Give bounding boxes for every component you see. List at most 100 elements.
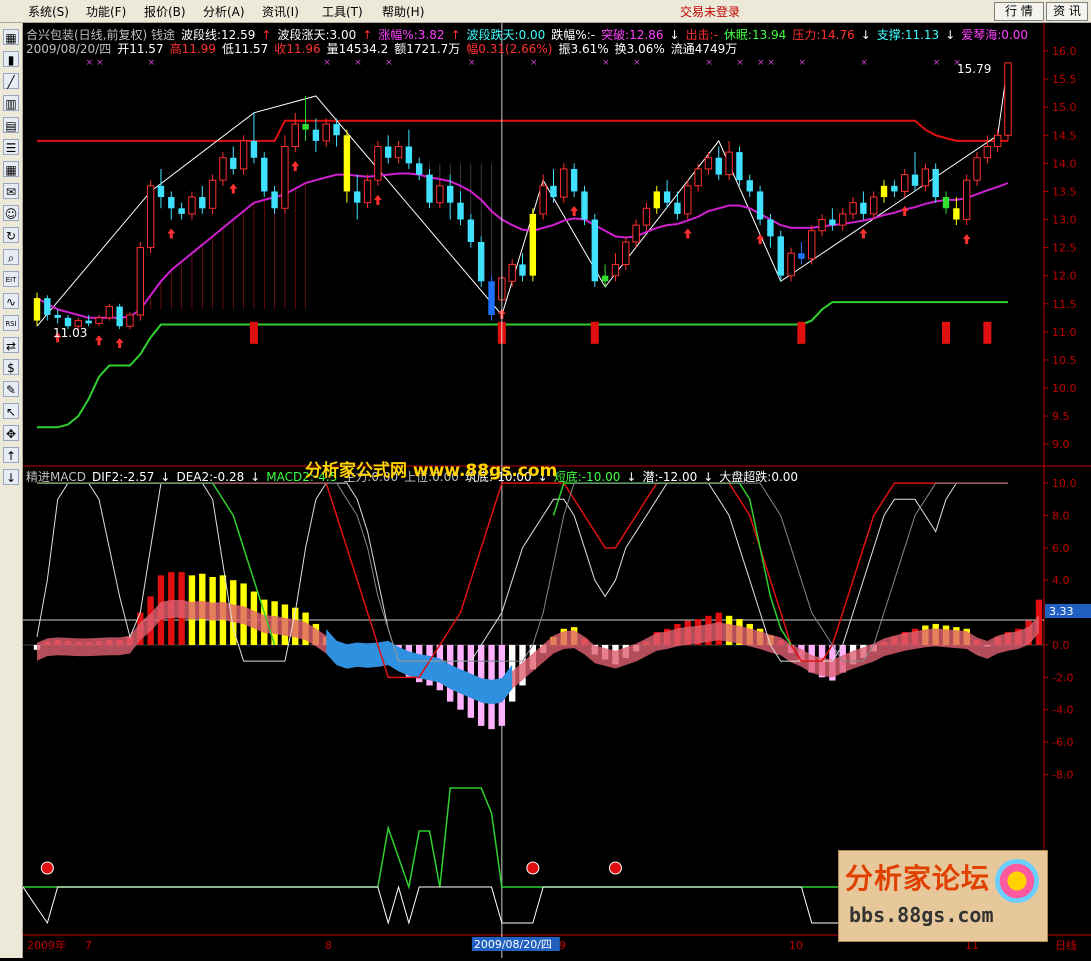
- candle-body: [962, 179, 971, 221]
- buy-arrow-icon: [167, 228, 176, 239]
- marker-x: ×: [354, 58, 362, 68]
- mail-icon[interactable]: ✉: [3, 183, 19, 199]
- menu-news[interactable]: 资讯(I): [262, 3, 299, 20]
- price-tick-label: 12.5: [1052, 242, 1077, 255]
- marker-x: ×: [602, 58, 610, 68]
- price-tick-label: 9.0: [1052, 438, 1070, 451]
- signal-ball-icon: [526, 861, 540, 875]
- arrow-up-icon[interactable]: ↑: [3, 447, 19, 463]
- menu-function[interactable]: 功能(F): [86, 3, 126, 20]
- menu-quote[interactable]: 报价(B): [144, 3, 186, 20]
- marker-x: ×: [860, 58, 868, 68]
- time-axis-label: 10: [789, 939, 803, 952]
- candle-body: [312, 129, 320, 141]
- readout-item: 短底:-10.00: [553, 470, 621, 484]
- buy-arrow-icon: [291, 161, 300, 172]
- move-icon[interactable]: ✥: [3, 425, 19, 441]
- candle-body: [302, 124, 309, 130]
- bar-chart-icon[interactable]: ▥: [3, 95, 19, 111]
- candle-body: [230, 157, 237, 169]
- candle-body: [787, 252, 795, 277]
- arrow-down-icon[interactable]: ↓: [3, 469, 19, 485]
- readout-item: ↓: [703, 470, 714, 484]
- macd-tick-label: 0.0: [1052, 639, 1070, 652]
- watermark: 分析家公式网 www.88gs.com: [305, 461, 558, 481]
- readout-item: 大盘超跌:0.00: [719, 470, 799, 484]
- eft-icon[interactable]: EIT: [3, 271, 19, 287]
- rsi-icon[interactable]: RSI: [3, 315, 19, 331]
- candle-body: [808, 230, 816, 260]
- candle-body: [54, 314, 61, 318]
- candle-body: [993, 134, 1002, 148]
- price-tick-label: 11.5: [1052, 298, 1077, 311]
- candle-body: [860, 202, 867, 214]
- list-icon[interactable]: ☰: [3, 139, 19, 155]
- grid-icon[interactable]: ▦: [3, 29, 19, 45]
- chart-area[interactable]: 16.0 15.5 15.0 14.5 14.0 13.5 13.0 12.5 12.0 11.5…: [22, 23, 1091, 958]
- marker-x: ×: [633, 58, 641, 68]
- signal-bar: [983, 321, 992, 344]
- indicator-readout-line2: 2009/08/20/四 开11.57 高11.99 低11.57 收11.96 量145…: [26, 40, 743, 57]
- candle-body: [219, 157, 227, 181]
- candle-body: [777, 236, 784, 276]
- candle-body: [168, 197, 175, 209]
- readout-item: 额1721.7万: [394, 42, 461, 56]
- candle-body: [271, 191, 278, 209]
- marker-x: ×: [933, 58, 941, 68]
- link-icon[interactable]: ⇄: [3, 337, 19, 353]
- marker-x: ×: [767, 58, 775, 68]
- crosshair-value: 3.33: [1049, 605, 1074, 618]
- menu-help[interactable]: 帮助(H): [382, 3, 424, 20]
- time-axis-label: 8: [325, 939, 332, 952]
- info-button[interactable]: 资 讯: [1046, 2, 1088, 21]
- price-tick-label: 15.5: [1052, 73, 1077, 86]
- candle-body: [208, 179, 217, 209]
- candle-body: [250, 140, 258, 158]
- line-chart-icon[interactable]: ╱: [3, 73, 19, 89]
- forum-title: 分析家论坛: [845, 862, 991, 895]
- refresh-icon[interactable]: ↻: [3, 227, 19, 243]
- readout-item: 压力:14.76: [792, 28, 855, 42]
- menu-analysis[interactable]: 分析(A): [203, 3, 245, 20]
- login-status: 交易未登录: [680, 5, 741, 19]
- candle-body: [529, 213, 537, 276]
- quote-button[interactable]: 行 情: [994, 2, 1044, 21]
- moving-average-line: [36, 172, 1009, 319]
- time-axis-label: 9: [559, 939, 566, 952]
- resistance-line: [37, 119, 1008, 142]
- readout-item: 换3.06%: [614, 42, 665, 56]
- candle-icon[interactable]: ▮: [3, 51, 19, 67]
- candle-body: [953, 208, 960, 220]
- low-price-label: 11.03: [53, 326, 87, 340]
- readout-item: 振3.61%: [558, 42, 609, 56]
- candle-body: [715, 157, 722, 175]
- candle-body: [601, 275, 609, 282]
- menu-tools[interactable]: 工具(T): [322, 3, 363, 20]
- people-icon[interactable]: ☺: [3, 205, 19, 221]
- buy-arrow-icon: [373, 194, 382, 205]
- menu-system[interactable]: 系统(S): [28, 3, 69, 20]
- kline-chart[interactable]: 16.0 15.5 15.0 14.5 14.0 13.5 13.0 12.5 12.0 11.5…: [22, 23, 1091, 958]
- money-icon[interactable]: $: [3, 359, 19, 375]
- candle-body: [415, 163, 423, 175]
- zoom-icon[interactable]: ⌕: [3, 249, 19, 265]
- wave-icon[interactable]: ∿: [3, 293, 19, 309]
- draw-icon[interactable]: ✎: [3, 381, 19, 397]
- buy-arrow-icon: [900, 206, 909, 217]
- signal-bar: [942, 321, 951, 344]
- candle-body: [363, 179, 372, 204]
- candle-body: [921, 168, 930, 187]
- signal-bar: [249, 321, 258, 344]
- candle-body: [911, 174, 919, 186]
- pointer-icon[interactable]: ↖: [3, 403, 19, 419]
- table-icon[interactable]: ▦: [3, 161, 19, 177]
- window-icon[interactable]: ▤: [3, 117, 19, 133]
- candle-body: [239, 140, 248, 170]
- readout-item: 2009/08/20/四: [26, 42, 112, 56]
- signal-bar: [590, 321, 599, 344]
- macd-tick-label: 8.0: [1052, 509, 1070, 522]
- price-tick-label: 13.0: [1052, 214, 1077, 227]
- candle-body: [550, 185, 557, 198]
- macd-tick-label: -2.0: [1052, 671, 1073, 684]
- forum-banner: 分析家论坛 bbs.88gs.com: [838, 850, 1048, 942]
